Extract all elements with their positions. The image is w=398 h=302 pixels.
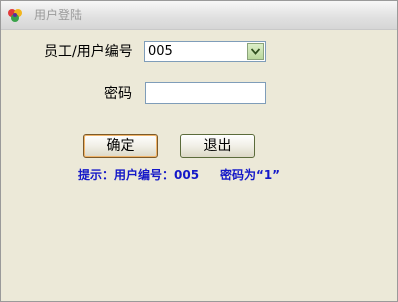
ok-button[interactable]: 确定: [83, 134, 158, 158]
login-form: 员工/用户编号 005 密码 确定 退出 提示：用户编号：005 密码为“1”: [1, 30, 397, 301]
user-id-select[interactable]: 005: [144, 41, 266, 62]
hint-text: 提示：用户编号：005 密码为“1”: [78, 167, 280, 183]
dropdown-button[interactable]: [247, 43, 264, 60]
user-id-label: 员工/用户编号: [44, 44, 133, 60]
app-icon: [7, 7, 23, 23]
hint-content: 提示：用户编号：005 密码为“1”: [78, 168, 281, 182]
chevron-down-icon: [251, 48, 260, 55]
user-id-value: 005: [148, 44, 173, 59]
window-title: 用户登陆: [34, 8, 83, 22]
password-label: 密码: [104, 86, 132, 102]
title-bar[interactable]: 用户登陆: [1, 1, 397, 30]
login-window: 用户登陆 员工/用户编号 005 密码 确定 退出 提示：用户编号：005 密码…: [0, 0, 398, 302]
exit-button[interactable]: 退出: [180, 134, 255, 158]
password-field[interactable]: [145, 82, 266, 104]
